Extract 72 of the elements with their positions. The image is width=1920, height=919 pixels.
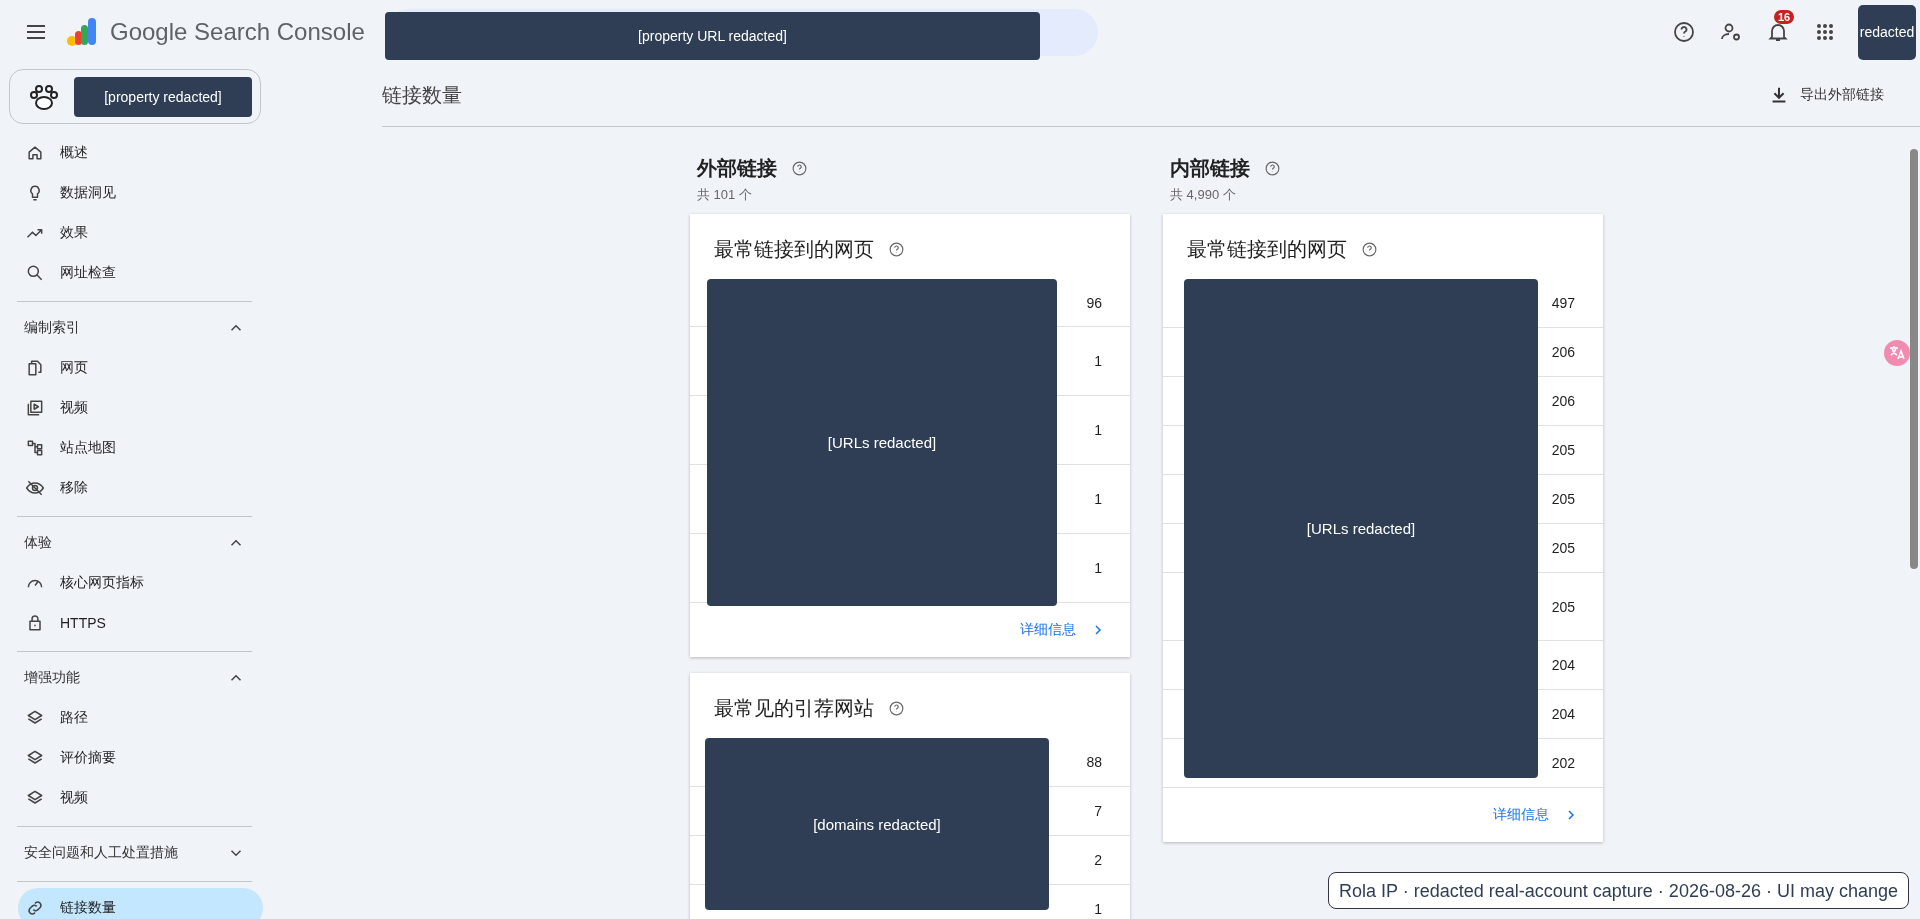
help-icon[interactable]	[1672, 20, 1696, 44]
redaction-block: [URLs redacted]	[1184, 279, 1538, 778]
nav-item[interactable]: 数据洞见	[0, 173, 263, 213]
link-count: 96	[1086, 294, 1102, 311]
redaction-block: [property URL redacted]	[385, 11, 1040, 60]
link-count: 204	[1551, 706, 1575, 722]
total-count: 共 101 个	[697, 186, 753, 204]
nav-item[interactable]: 视频	[0, 388, 263, 428]
card-title: 最常见的引荐网站	[714, 696, 874, 721]
nav-section-header[interactable]: 体验	[0, 523, 263, 563]
nav-item[interactable]: 评价摘要	[0, 738, 263, 778]
nav-section-header[interactable]: 编制索引	[0, 308, 263, 348]
link-count: 206	[1551, 344, 1575, 360]
total-count: 共 4,990 个	[1170, 186, 1237, 204]
redaction-block: [URLs redacted]	[707, 279, 1057, 606]
link-count: 1	[1094, 353, 1102, 369]
link-count: 7	[1094, 803, 1102, 819]
link-count: 205	[1551, 491, 1575, 507]
nav-item[interactable]: 网址检查	[0, 253, 263, 293]
link-count: 205	[1551, 442, 1575, 458]
help-icon[interactable]	[1361, 241, 1378, 258]
card-title: 最常链接到的网页	[714, 237, 874, 262]
sitemap-icon	[25, 438, 45, 458]
redaction-block: [domains redacted]	[705, 738, 1049, 910]
pages-icon	[25, 358, 45, 378]
account-avatar[interactable]: redacted	[1858, 4, 1916, 60]
link-count: 205	[1551, 540, 1575, 556]
help-icon[interactable]	[1264, 160, 1281, 177]
nav-item[interactable]: 效果	[0, 213, 263, 253]
nav-item[interactable]: 网页	[0, 348, 263, 388]
nav-item[interactable]: 移除	[0, 468, 263, 508]
link-count: 205	[1551, 598, 1575, 615]
nav-item[interactable]: 路径	[0, 698, 263, 738]
link-count: 1	[1094, 491, 1102, 507]
link-count: 1	[1094, 422, 1102, 438]
nav-item[interactable]: 视频	[0, 778, 263, 818]
translate-icon[interactable]	[1883, 339, 1911, 367]
video-icon	[25, 398, 45, 418]
link-count: 202	[1551, 755, 1575, 771]
caption-note: Rola IP · redacted real-account capture · 2026-08-26 · UI may change	[1328, 872, 1909, 909]
nav-item[interactable]: 核心网页指标	[0, 563, 263, 603]
nav-item[interactable]: 概述	[0, 133, 263, 173]
card-title: 最常链接到的网页	[1187, 237, 1347, 262]
help-icon[interactable]	[888, 700, 905, 717]
nav-item[interactable]: HTTPS	[0, 603, 263, 643]
details-link[interactable]: 详细信息	[1020, 621, 1106, 639]
page-title: 链接数量	[382, 82, 462, 108]
nav-section-header[interactable]: 安全问题和人工处置措施	[0, 833, 263, 873]
nav-item[interactable]: 链接数量	[18, 888, 263, 919]
nav-item[interactable]: 站点地图	[0, 428, 263, 468]
product-name: Google Search Console	[110, 18, 366, 46]
section-title: 内部链接	[1170, 156, 1250, 181]
link-count: 88	[1086, 754, 1102, 770]
scrollbar-thumb[interactable]	[1910, 149, 1918, 569]
export-button[interactable]: 导出外部链接	[1762, 83, 1890, 107]
link-count: 497	[1551, 295, 1575, 311]
nav-section-header[interactable]: 增强功能	[0, 658, 263, 698]
link-count: 1	[1094, 901, 1102, 917]
search-icon	[25, 263, 45, 283]
help-icon[interactable]	[791, 160, 808, 177]
notification-badge: 16	[1774, 10, 1795, 24]
property-selector[interactable]: [property redacted]	[9, 69, 261, 124]
section-title: 外部链接	[697, 156, 777, 181]
details-link[interactable]: 详细信息	[1493, 806, 1579, 824]
redaction-block: [property redacted]	[74, 76, 252, 117]
link-count: 1	[1094, 560, 1102, 576]
link-count: 206	[1551, 393, 1575, 409]
link-icon	[25, 898, 45, 918]
help-icon[interactable]	[888, 241, 905, 258]
link-count: 2	[1094, 852, 1102, 868]
link-count: 204	[1551, 657, 1575, 673]
eye-off-icon	[25, 478, 45, 498]
